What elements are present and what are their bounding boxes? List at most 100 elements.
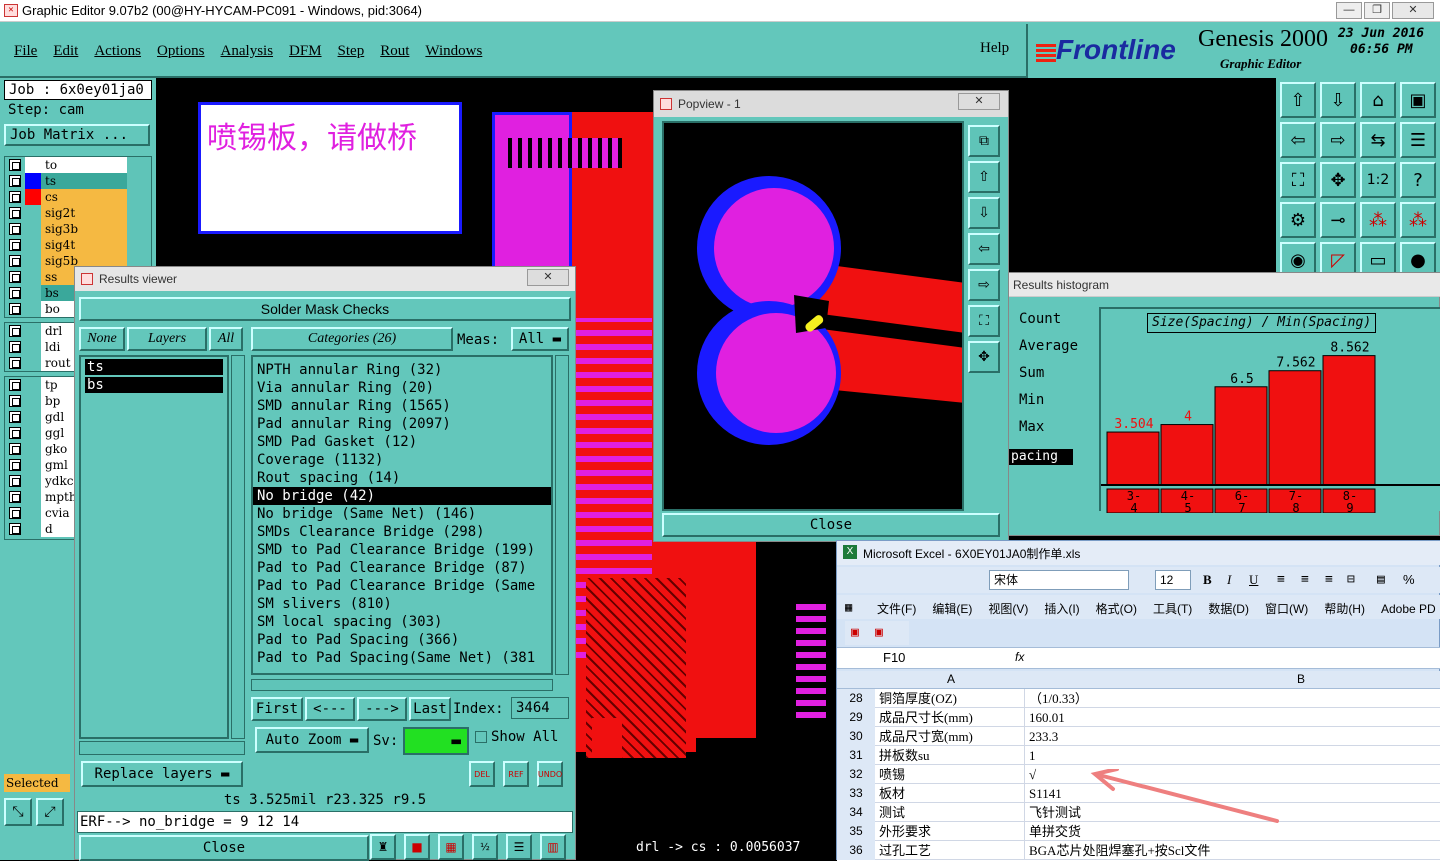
merge-icon[interactable]: ⊟ — [1347, 572, 1355, 587]
currency-icon[interactable]: ▤ — [1377, 572, 1385, 587]
cell-a[interactable]: 拼板数su — [877, 746, 1025, 765]
option-average[interactable]: Average — [1019, 338, 1078, 354]
results-layer-item[interactable]: bs — [85, 377, 223, 393]
category-item[interactable]: Pad to Pad Spacing (366) — [253, 631, 551, 649]
undo-icon[interactable]: UNDO — [537, 761, 563, 787]
window-icon[interactable]: ▣ — [1400, 82, 1436, 118]
layer-color-swatch[interactable] — [25, 173, 41, 189]
close-window-button[interactable]: ✕ — [1392, 2, 1434, 19]
layer-list-scrollbar[interactable] — [231, 355, 245, 739]
popview-close-button[interactable]: Close — [662, 513, 1000, 537]
move-left-icon[interactable]: ⇦ — [1280, 122, 1316, 158]
layer-checkbox[interactable] — [9, 271, 21, 283]
del-icon[interactable]: DEL — [469, 761, 495, 787]
layer-row-cs[interactable]: cs — [5, 189, 153, 205]
move-up-icon[interactable]: ⇧ — [1280, 82, 1316, 118]
underline-button[interactable]: U — [1249, 572, 1258, 588]
histogram-bar[interactable] — [1268, 370, 1322, 486]
ref-icon[interactable]: REF — [503, 761, 529, 787]
category-item[interactable]: SM local spacing (303) — [253, 613, 551, 631]
category-item[interactable]: Pad to Pad Spacing(Same Net) (381 — [253, 649, 551, 667]
excel-menu-item[interactable]: Adobe PD — [1381, 602, 1436, 616]
category-item[interactable]: SMDs Clearance Bridge (298) — [253, 523, 551, 541]
minimize-button[interactable]: — — [1336, 2, 1362, 19]
zoom-fit-icon[interactable]: ⛶ — [1280, 162, 1316, 198]
excel-menu-item[interactable]: 文件(F) — [877, 602, 916, 616]
category-item[interactable]: SMD annular Ring (1565) — [253, 397, 551, 415]
layer-name[interactable]: sig4t — [41, 237, 127, 253]
layer-checkbox[interactable] — [9, 191, 21, 203]
align-right-icon[interactable]: ≡ — [1325, 572, 1333, 587]
layer-checkbox[interactable] — [9, 357, 21, 369]
menu-options[interactable]: Options — [157, 43, 205, 60]
popview-up-icon[interactable]: ⇧ — [968, 161, 1000, 193]
popview-close-x[interactable]: ✕ — [958, 93, 1000, 110]
layer-color-swatch[interactable] — [25, 355, 41, 371]
row-number[interactable]: 30 — [837, 727, 875, 746]
layer-color-swatch[interactable] — [25, 189, 41, 205]
align-left-icon[interactable]: ≡ — [1277, 572, 1285, 587]
layer-checkbox[interactable] — [9, 175, 21, 187]
chart-icon[interactable]: ▥ — [540, 834, 566, 860]
layer-checkbox[interactable] — [9, 255, 21, 267]
row-number[interactable]: 28 — [837, 689, 875, 708]
font-select[interactable]: 宋体 — [989, 570, 1129, 590]
layer-checkbox[interactable] — [9, 411, 21, 423]
maximize-button[interactable]: ❐ — [1364, 2, 1390, 19]
excel-menu-item[interactable]: 工具(T) — [1153, 602, 1192, 616]
category-item[interactable]: Pad to Pad Clearance Bridge (87) — [253, 559, 551, 577]
menu-file[interactable]: File — [14, 43, 37, 60]
job-field[interactable]: Job : 6x0ey01ja0 — [4, 80, 152, 100]
layers-all-button[interactable]: All — [209, 327, 243, 351]
pan-icon[interactable]: ✥ — [1320, 162, 1356, 198]
row-number[interactable]: 35 — [837, 822, 875, 841]
cell-a[interactable]: 过孔工艺 — [877, 841, 1025, 860]
layer-color-swatch[interactable] — [25, 285, 41, 301]
row-number[interactable]: 32 — [837, 765, 875, 784]
row-number[interactable]: 29 — [837, 708, 875, 727]
layer-name[interactable]: to — [41, 157, 127, 173]
zoom-home-icon[interactable]: ⤡ — [4, 798, 32, 826]
popview-fit-icon[interactable]: ⛶ — [968, 305, 1000, 337]
name-box[interactable]: F10 — [843, 649, 967, 667]
layer-checkbox[interactable] — [9, 341, 21, 353]
cell-b[interactable]: 1 — [1027, 746, 1440, 765]
percent-icon[interactable]: % — [1403, 572, 1415, 587]
popview-down-icon[interactable]: ⇩ — [968, 197, 1000, 229]
menu-step[interactable]: Step — [338, 43, 365, 60]
menu-windows[interactable]: Windows — [425, 43, 482, 60]
option-min[interactable]: Min — [1019, 392, 1044, 408]
layer-color-swatch[interactable] — [25, 425, 41, 441]
categories-scrollbar[interactable] — [555, 355, 569, 675]
layer-color-swatch[interactable] — [25, 323, 41, 339]
meas-select[interactable]: All ▬ — [511, 327, 569, 351]
row-number[interactable]: 31 — [837, 746, 875, 765]
category-item[interactable]: Pad annular Ring (2097) — [253, 415, 551, 433]
move-right-icon[interactable]: ⇨ — [1320, 122, 1356, 158]
last-button[interactable]: Last — [409, 697, 451, 721]
layer-checkbox[interactable] — [9, 207, 21, 219]
category-item[interactable]: Pad to Pad Clearance Bridge (Same — [253, 577, 551, 595]
cell-a[interactable]: 成品尺寸宽(mm) — [877, 727, 1025, 746]
layer-row-sig2t[interactable]: sig2t — [5, 205, 153, 221]
layer-checkbox[interactable] — [9, 379, 21, 391]
menu-rout[interactable]: Rout — [380, 43, 409, 60]
layer-checkbox[interactable] — [9, 239, 21, 251]
cell-a[interactable]: 成品尺寸长(mm) — [877, 708, 1025, 727]
option-max[interactable]: Max — [1019, 419, 1044, 435]
option-count[interactable]: Count — [1019, 311, 1061, 327]
category-item[interactable]: Via annular Ring (20) — [253, 379, 551, 397]
swap-icon[interactable]: ⇆ — [1360, 122, 1396, 158]
layer-checkbox[interactable] — [9, 459, 21, 471]
pdf-icon[interactable]: ▣ — [851, 625, 859, 640]
column-a-header[interactable]: A — [947, 672, 955, 686]
layer-color-swatch[interactable] — [25, 409, 41, 425]
cell-a[interactable]: 外形要求 — [877, 822, 1025, 841]
excel-menu-item[interactable]: 编辑(E) — [932, 602, 972, 616]
layer-list-hscrollbar[interactable] — [79, 741, 245, 755]
popview-left-icon[interactable]: ⇦ — [968, 233, 1000, 265]
menu-edit[interactable]: Edit — [53, 43, 78, 60]
measure-icon[interactable]: ⚙ — [1280, 202, 1316, 238]
popview-zoom-icon[interactable]: ⧉ — [968, 125, 1000, 157]
layer-row-ts[interactable]: ts — [5, 173, 153, 189]
